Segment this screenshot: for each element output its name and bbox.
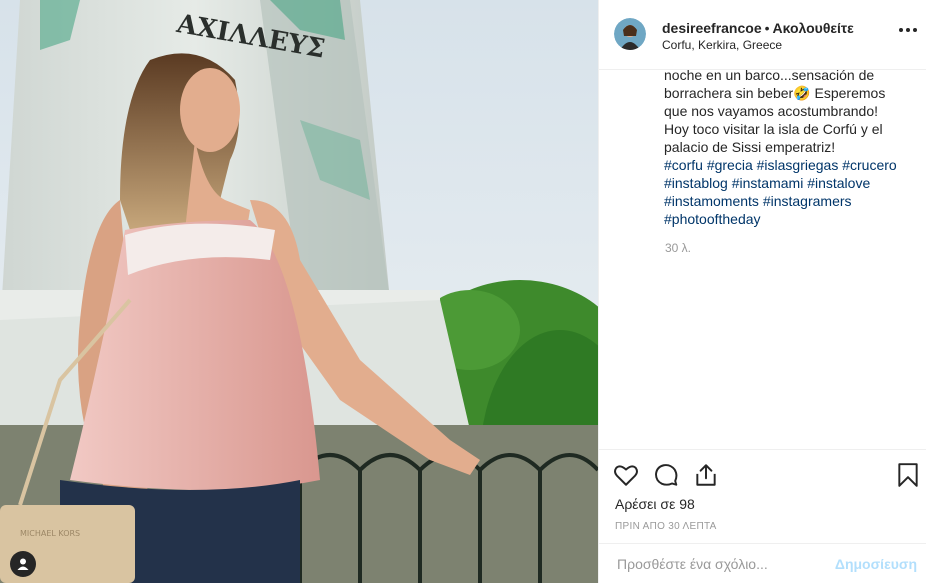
bookmark-icon[interactable] [895,462,921,488]
username-link[interactable]: desireefrancoe [662,20,762,36]
post-caption: noche en un barco...sensación de borrach… [664,66,914,228]
caption-line: noche en un barco...sensación de [664,67,875,83]
comment-box: Δημοσίευση [599,543,926,583]
post-photo[interactable]: ΑΧΙΛΛΕΥΣ MICHAEL KORS [0,0,598,583]
heart-icon[interactable] [613,462,639,488]
caption-time-ago[interactable]: 30 λ. [665,241,691,255]
post-actions: Αρέσει σε 98 ΠΡΙΝ ΑΠΟ 30 ΛΕΠΤΑ [599,449,926,543]
caption-line: borrachera sin beber🤣 Esperemos [664,85,886,101]
share-icon[interactable] [693,462,719,488]
avatar[interactable] [614,18,646,50]
comment-icon[interactable] [653,462,679,488]
hashtag-link[interactable]: #corfu [664,157,703,173]
hashtag-link[interactable]: #islasgriegas [757,157,839,173]
post-timestamp[interactable]: ΠΡΙΝ ΑΠΟ 30 ΛΕΠΤΑ [615,521,717,532]
hashtag-link[interactable]: #instagramers [763,193,852,209]
caption-line: Hoy toco visitar la isla de Corfú y el [664,121,883,137]
following-button[interactable]: Ακολουθείτε [773,20,854,36]
hashtag-line: #corfu #grecia #islasgriegas #crucero [664,156,914,174]
hashtag-link[interactable]: #instalove [807,175,870,191]
bag-brand: MICHAEL KORS [20,529,80,538]
post-side-panel: desireefrancoe • Ακολουθείτε Corfu, Kerkir… [598,0,926,583]
hashtag-line: #instamoments #instagramers [664,192,914,210]
hashtag-link[interactable]: #instamami [732,175,804,191]
publish-button[interactable]: Δημοσίευση [835,556,917,572]
hashtag-link[interactable]: #grecia [707,157,753,173]
user-tag-button[interactable] [10,551,36,577]
likes-count[interactable]: Αρέσει σε 98 [615,496,695,512]
separator-dot: • [764,20,770,36]
hashtag-line: #photooftheday [664,210,914,228]
comment-input[interactable] [615,555,819,573]
hashtag-link[interactable]: #instablog [664,175,728,191]
hashtag-link[interactable]: #crucero [842,157,896,173]
photo-illustration: ΑΧΙΛΛΕΥΣ MICHAEL KORS [0,0,598,583]
hashtag-link[interactable]: #instamoments [664,193,759,209]
caption-line: que nos vayamos acostumbrando! [664,103,879,119]
hashtag-line: #instablog #instamami #instalove [664,174,914,192]
location-link[interactable]: Corfu, Kerkira, Greece [662,38,782,52]
post-header: desireefrancoe • Ακολουθείτε Corfu, Kerkir… [599,0,926,70]
caption-line: palacio de Sissi emperatriz! [664,139,836,155]
more-options-icon[interactable] [899,28,917,32]
user-icon [17,558,29,570]
hashtag-link[interactable]: #photooftheday [664,211,761,227]
